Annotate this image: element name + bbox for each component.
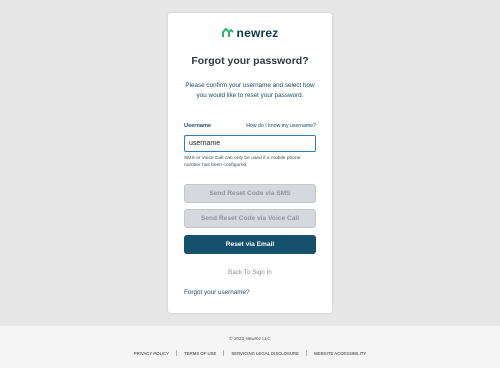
brand-name: newrez	[236, 26, 279, 40]
brand-logo: newrez	[168, 27, 332, 39]
privacy-policy-link[interactable]: PRIVACY POLICY	[134, 351, 169, 356]
terms-of-use-link[interactable]: TERMS OF USE	[184, 351, 216, 356]
page-title: Forgot your password?	[191, 55, 309, 67]
back-to-sign-in-link[interactable]: Back To Sign In	[168, 269, 332, 276]
footer-divider	[305, 350, 307, 356]
forgot-username-link[interactable]: Forgot your username?	[184, 289, 249, 296]
footer: © 2023 Newrez LLC PRIVACY POLICY TERMS O…	[0, 326, 500, 368]
username-input[interactable]	[184, 135, 316, 152]
newrez-logo-icon	[221, 28, 234, 37]
website-accessibility-link[interactable]: WEBSITE ACCESSIBILITY	[314, 351, 366, 356]
page: newrez Forgot your password? Please conf…	[0, 0, 500, 368]
page-subtitle: Please confirm your username and select …	[185, 82, 315, 99]
footer-divider	[176, 350, 178, 356]
footer-divider	[223, 350, 225, 356]
reset-password-card: newrez Forgot your password? Please conf…	[168, 13, 332, 313]
footer-links: PRIVACY POLICY TERMS OF USE SERVICING LE…	[0, 350, 500, 356]
copyright-text: © 2023 Newrez LLC	[229, 336, 271, 341]
send-sms-button[interactable]: Send Reset Code via SMS	[184, 184, 316, 203]
username-help-link[interactable]: How do I know my username?	[246, 123, 316, 129]
sms-voice-hint: SMS or Voice Call can only be used if a …	[184, 156, 301, 168]
servicing-legal-disclosure-link[interactable]: SERVICING LEGAL DISCLOSURE	[231, 351, 299, 356]
username-label: Username	[184, 123, 212, 129]
username-label-row: Username How do I know my username?	[184, 123, 316, 129]
reset-via-email-button[interactable]: Reset via Email	[184, 235, 316, 254]
send-voice-call-button[interactable]: Send Reset Code via Voice Call	[184, 209, 316, 228]
